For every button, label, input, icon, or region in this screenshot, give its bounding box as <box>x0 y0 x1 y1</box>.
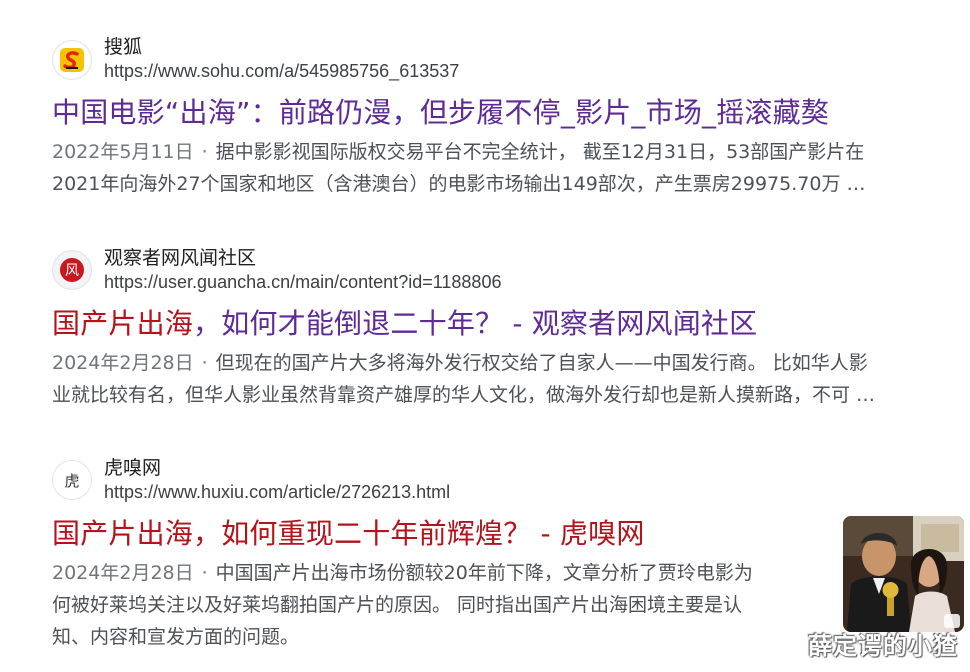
favicon-glyph: 虎 <box>64 471 80 490</box>
site-name: 搜狐 <box>104 36 143 58</box>
snippet-line: 2021年向海外27个国家和地区（含港澳台）的电影市场输出149部次，产生票房2… <box>52 173 866 195</box>
date-separator: · <box>201 352 208 374</box>
site-url[interactable]: https://user.guancha.cn/main/content?id=… <box>104 272 501 293</box>
title-highlight: 国产片出海 <box>52 307 194 340</box>
result-title-link[interactable]: 国产片出海，如何才能倒退二十年？ - 观察者网风闻社区 <box>52 306 757 342</box>
result-snippet: 2022年5月11日 · 据中影影视国际版权交易平台不完全统计， 截至12月31日，… <box>52 136 866 200</box>
result-date: 2022年5月11日 <box>52 141 194 163</box>
huxiu-logo-icon[interactable]: 虎 <box>52 460 92 500</box>
result-snippet: 2024年2月28日 · 但现在的国产片大多将海外发行权交给了自家人——中国发行商。… <box>52 347 875 411</box>
watermark-text: 薛定谔的小猹 <box>808 632 958 660</box>
title-text: ，如何才能倒退二十年？ - 观察者网风闻社区 <box>193 307 758 340</box>
result-snippet: 2024年2月28日 · 中国国产片出海市场份额较20年前下降，文章分析了贾玲电影为… <box>52 557 753 653</box>
title-text: ，如何重现二十年前辉煌？ - 虎嗅网 <box>193 517 645 550</box>
site-name: 观察者网风闻社区 <box>104 247 257 269</box>
fengwen-logo-icon[interactable]: 风 <box>52 250 92 290</box>
favicon-glyph: 风 <box>60 258 84 282</box>
site-url[interactable]: https://www.huxiu.com/article/2726213.ht… <box>104 482 450 503</box>
snippet-line: 2022年5月11日 · 据中影影视国际版权交易平台不完全统计， 截至12月31日，… <box>52 136 866 168</box>
snippet-line: 2024年2月28日 · 中国国产片出海市场份额较20年前下降，文章分析了贾玲电影为 <box>52 557 753 589</box>
date-separator: · <box>201 562 208 584</box>
title-highlight: 国产片出海 <box>52 517 194 550</box>
date-separator: · <box>201 141 208 163</box>
snippet-line: 业就比较有名，但华人影业虽然背靠资产雄厚的华人文化，做海外发行却也是新人摸新路，… <box>52 384 876 406</box>
result-title-link[interactable]: 国产片出海，如何重现二十年前辉煌？ - 虎嗅网 <box>52 516 645 552</box>
snippet-text: 据中影影视国际版权交易平台不完全统计， 截至12月31日，53部国产影片在 <box>215 141 865 163</box>
site-url[interactable]: https://www.sohu.com/a/545985756_613537 <box>104 61 459 82</box>
search-results-page: 搜狐 https://www.sohu.com/a/545985756_6135… <box>0 0 970 672</box>
result-date: 2024年2月28日 <box>52 352 194 374</box>
result-title-link[interactable]: 中国电影“出海”：前路仍漫，但步履不停_影片_市场_摇滚藏獒 <box>52 95 829 131</box>
result-date: 2024年2月28日 <box>52 562 194 584</box>
snippet-text: 中国国产片出海市场份额较20年前下降，文章分析了贾玲电影为 <box>215 562 753 584</box>
snippet-text: 但现在的国产片大多将海外发行权交给了自家人——中国发行商。 比如华人影 <box>215 352 868 374</box>
photo-thumbnail-icon <box>843 516 964 632</box>
sohu-logo-icon[interactable] <box>52 40 92 80</box>
result-thumbnail[interactable] <box>843 516 964 632</box>
snippet-line: 2024年2月28日 · 但现在的国产片大多将海外发行权交给了自家人——中国发行商。… <box>52 347 875 379</box>
snippet-line: 何被好莱坞关注以及好莱坞翻拍国产片的原因。 同时指出国产片出海困境主要是认 <box>52 594 743 616</box>
site-name: 虎嗅网 <box>104 457 162 479</box>
snippet-line: 知、内容和宣发方面的问题。 <box>52 626 300 648</box>
